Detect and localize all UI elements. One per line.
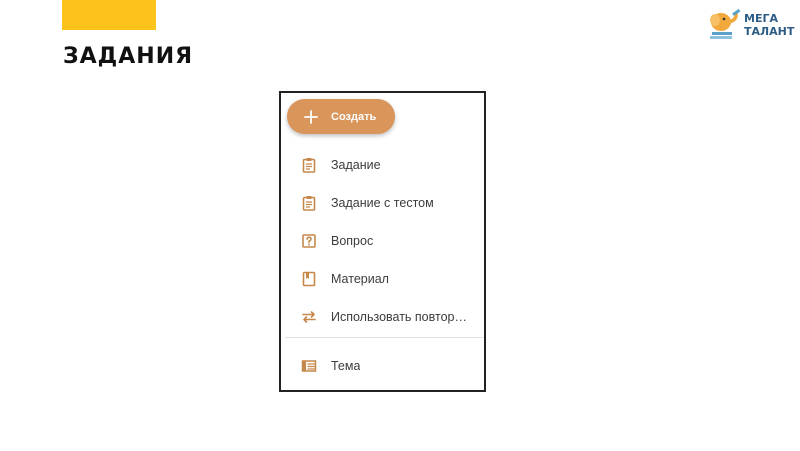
reuse-icon	[302, 311, 316, 323]
logo-text-line1: МЕГА	[744, 12, 778, 25]
accent-bar	[62, 0, 156, 30]
menu-item-label: Вопрос	[331, 234, 374, 248]
menu-item-label: Тема	[331, 359, 361, 373]
menu-item-quiz-assignment[interactable]: Задание с тестом	[285, 186, 484, 220]
elephant-icon	[710, 8, 741, 39]
topic-icon	[301, 360, 317, 372]
menu-item-topic[interactable]: Тема	[285, 349, 484, 383]
assignment-icon	[302, 158, 316, 173]
logo: МЕГА ТАЛАНТ	[706, 8, 796, 44]
create-menu: Задание Задание с тестом Вопрос Материал…	[285, 141, 484, 390]
question-icon	[302, 234, 316, 248]
menu-divider	[285, 337, 484, 338]
logo-text-line2: ТАЛАНТ	[744, 25, 795, 38]
slide-title: ЗАДАНИЯ	[63, 44, 194, 69]
create-button-label: Создать	[331, 110, 377, 123]
menu-item-label: Материал	[331, 272, 389, 286]
menu-item-assignment[interactable]: Задание	[285, 148, 484, 182]
quiz-assignment-icon	[302, 196, 316, 211]
menu-item-label: Использовать повтор…	[331, 310, 467, 324]
plus-icon	[304, 109, 318, 124]
menu-item-label: Задание	[331, 158, 381, 172]
menu-item-material[interactable]: Материал	[285, 262, 484, 296]
menu-item-reuse[interactable]: Использовать повтор…	[285, 300, 484, 334]
menu-item-label: Задание с тестом	[331, 196, 434, 210]
material-icon	[302, 271, 316, 287]
create-menu-screenshot: Создать Задание Задание с тестом Вопрос …	[279, 91, 486, 392]
menu-item-question[interactable]: Вопрос	[285, 224, 484, 258]
create-button[interactable]: Создать	[287, 99, 395, 134]
